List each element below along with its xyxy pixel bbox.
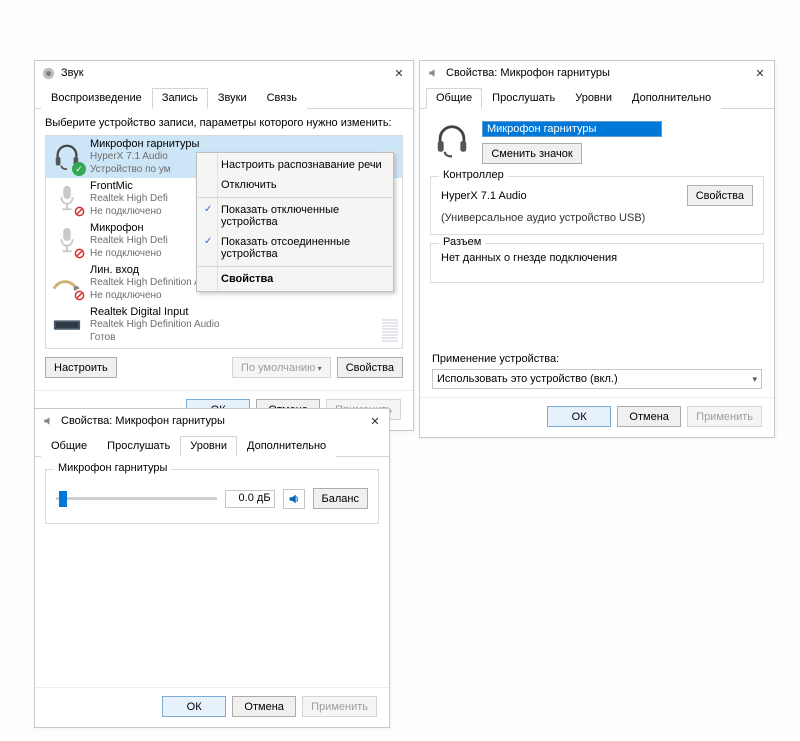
level-label: Микрофон гарнитуры bbox=[54, 462, 171, 474]
controller-group: Контроллер HyperX 7.1 Audio Свойства (Ун… bbox=[430, 176, 764, 235]
ok-button[interactable]: ОК bbox=[547, 406, 611, 427]
controller-name: HyperX 7.1 Audio bbox=[441, 190, 527, 202]
window-title: Свойства: Микрофон гарнитуры bbox=[446, 67, 752, 79]
menu-show-disabled[interactable]: Показать отключенные устройства bbox=[197, 200, 393, 232]
apply-button[interactable]: Применить bbox=[302, 696, 377, 717]
speaker-icon bbox=[426, 66, 440, 80]
tab-general[interactable]: Общие bbox=[426, 88, 482, 109]
properties-window-levels: Свойства: Микрофон гарнитуры ✕ Общие Про… bbox=[34, 408, 390, 728]
mute-toggle-icon[interactable] bbox=[283, 489, 305, 509]
device-subtitle: Realtek High Definition Audio bbox=[90, 319, 378, 332]
titlebar[interactable]: Звук ✕ bbox=[35, 61, 413, 85]
window-title: Звук bbox=[61, 67, 391, 79]
level-group: Микрофон гарнитуры 0.0 дБ Баланс bbox=[45, 469, 379, 524]
device-name: Микрофон гарнитуры bbox=[90, 138, 378, 152]
device-usage-value: Использовать это устройство (вкл.) bbox=[437, 373, 618, 385]
properties-button[interactable]: Свойства bbox=[337, 357, 403, 378]
device-large-icon bbox=[432, 121, 472, 161]
tab-general[interactable]: Общие bbox=[41, 436, 97, 457]
cancel-button[interactable]: Отмена bbox=[617, 406, 681, 427]
group-legend: Контроллер bbox=[439, 169, 508, 181]
instruction-text: Выберите устройство записи, параметры ко… bbox=[45, 117, 403, 129]
jack-group: Разъем Hет данных о гнезде подключения bbox=[430, 243, 764, 283]
properties-window-general: Свойства: Микрофон гарнитуры ✕ Общие Про… bbox=[419, 60, 775, 438]
tab-sounds[interactable]: Звуки bbox=[208, 88, 257, 109]
microphone-icon bbox=[50, 182, 84, 216]
tab-communications[interactable]: Связь bbox=[257, 88, 307, 109]
group-legend: Разъем bbox=[439, 236, 485, 248]
window-title: Свойства: Микрофон гарнитуры bbox=[61, 415, 367, 427]
menu-disable[interactable]: Отключить bbox=[197, 175, 393, 195]
tab-advanced[interactable]: Дополнительно bbox=[622, 88, 721, 109]
unplugged-badge-icon bbox=[73, 289, 86, 302]
cancel-button[interactable]: Отмена bbox=[232, 696, 296, 717]
unplugged-badge-icon bbox=[73, 205, 86, 218]
jack-info: Hет данных о гнезде подключения bbox=[441, 252, 753, 264]
device-status: Готов bbox=[90, 332, 378, 345]
controller-properties-button[interactable]: Свойства bbox=[687, 185, 753, 206]
unplugged-badge-icon bbox=[73, 247, 86, 260]
checkmark-badge-icon: ✓ bbox=[72, 162, 86, 176]
level-value[interactable]: 0.0 дБ bbox=[225, 490, 275, 508]
device-name: Realtek Digital Input bbox=[90, 306, 378, 320]
microphone-icon bbox=[50, 224, 84, 258]
device-usage-label: Применение устройства: bbox=[432, 353, 762, 365]
headset-icon: ✓ bbox=[50, 140, 84, 174]
level-meter-icon bbox=[382, 308, 398, 342]
digital-input-icon bbox=[50, 308, 84, 342]
slider-thumb[interactable] bbox=[59, 491, 67, 507]
balance-button[interactable]: Баланс bbox=[313, 488, 368, 509]
change-icon-button[interactable]: Сменить значок bbox=[482, 143, 582, 164]
menu-separator bbox=[198, 266, 392, 267]
tabstrip: Воспроизведение Запись Звуки Связь bbox=[35, 87, 413, 109]
titlebar[interactable]: Свойства: Микрофон гарнитуры ✕ bbox=[420, 61, 774, 85]
configure-button[interactable]: Настроить bbox=[45, 357, 117, 378]
titlebar[interactable]: Свойства: Микрофон гарнитуры ✕ bbox=[35, 409, 389, 433]
close-icon[interactable]: ✕ bbox=[391, 67, 407, 80]
menu-speech-recognition[interactable]: Настроить распознавание речи bbox=[197, 155, 393, 175]
tab-listen[interactable]: Прослушать bbox=[482, 88, 565, 109]
menu-show-disconnected[interactable]: Показать отсоединенные устройства bbox=[197, 232, 393, 264]
tab-levels[interactable]: Уровни bbox=[180, 436, 237, 457]
tabstrip: Общие Прослушать Уровни Дополнительно bbox=[420, 87, 774, 109]
controller-description: (Универсальное аудио устройство USB) bbox=[441, 212, 753, 224]
menu-properties[interactable]: Свойства bbox=[197, 269, 393, 289]
set-default-button[interactable]: По умолчанию bbox=[232, 357, 331, 378]
device-name-input[interactable]: Микрофон гарнитуры bbox=[482, 121, 662, 137]
context-menu[interactable]: Настроить распознавание речи Отключить П… bbox=[196, 152, 394, 292]
tab-listen[interactable]: Прослушать bbox=[97, 436, 180, 457]
close-icon[interactable]: ✕ bbox=[752, 67, 768, 80]
tab-recording[interactable]: Запись bbox=[152, 88, 208, 109]
tab-playback[interactable]: Воспроизведение bbox=[41, 88, 152, 109]
tabstrip: Общие Прослушать Уровни Дополнительно bbox=[35, 435, 389, 457]
device-row[interactable]: Realtek Digital Input Realtek High Defin… bbox=[46, 304, 402, 346]
sound-icon bbox=[41, 66, 55, 80]
device-usage-select[interactable]: Использовать это устройство (вкл.) bbox=[432, 369, 762, 389]
level-slider[interactable] bbox=[56, 497, 217, 500]
speaker-icon bbox=[41, 414, 55, 428]
tab-levels[interactable]: Уровни bbox=[565, 88, 622, 109]
menu-separator bbox=[198, 197, 392, 198]
close-icon[interactable]: ✕ bbox=[367, 415, 383, 428]
apply-button[interactable]: Применить bbox=[687, 406, 762, 427]
linein-icon bbox=[50, 266, 84, 300]
ok-button[interactable]: ОК bbox=[162, 696, 226, 717]
tab-advanced[interactable]: Дополнительно bbox=[237, 436, 336, 457]
